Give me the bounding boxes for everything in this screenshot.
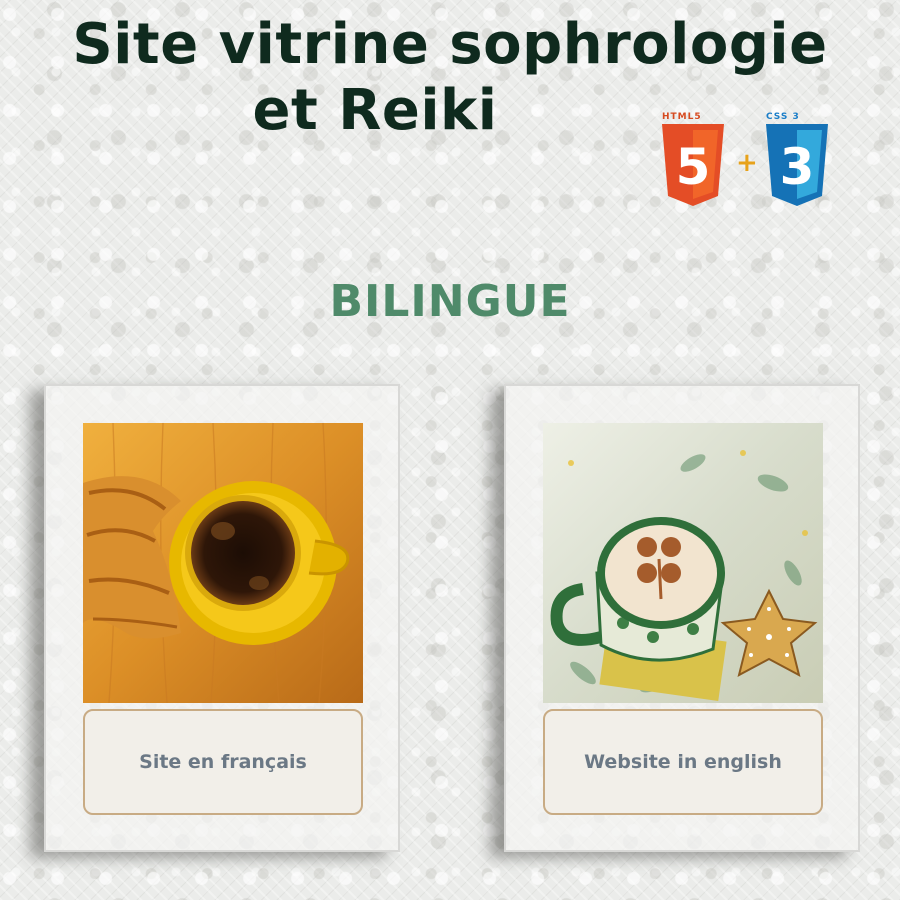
html5-caption: HTML5 [662,112,702,122]
coffee-cup-and-croissant-photo[interactable] [83,423,363,703]
card-english: Website in english [504,384,860,852]
plus-sign: + [736,148,758,178]
card-french: Site en français [44,384,400,852]
bilingual-heading: BILINGUE [329,276,571,327]
svg-text:3: 3 [780,138,815,196]
html5-badge-icon: 5 [662,124,724,206]
english-site-button-label: Website in english [584,751,782,773]
css3-badge-icon: 3 [766,124,828,206]
french-site-button[interactable]: Site en français [83,709,363,815]
page-title-line1: Site vitrine sophrologie [72,12,828,77]
clover-latte-and-star-cookie-photo[interactable] [543,423,823,703]
tech-badges: HTML5 5 + CSS 3 3 [658,112,834,208]
svg-text:5: 5 [676,138,711,196]
french-site-button-label: Site en français [139,751,307,773]
css3-caption: CSS 3 [766,112,800,122]
english-site-button[interactable]: Website in english [543,709,823,815]
